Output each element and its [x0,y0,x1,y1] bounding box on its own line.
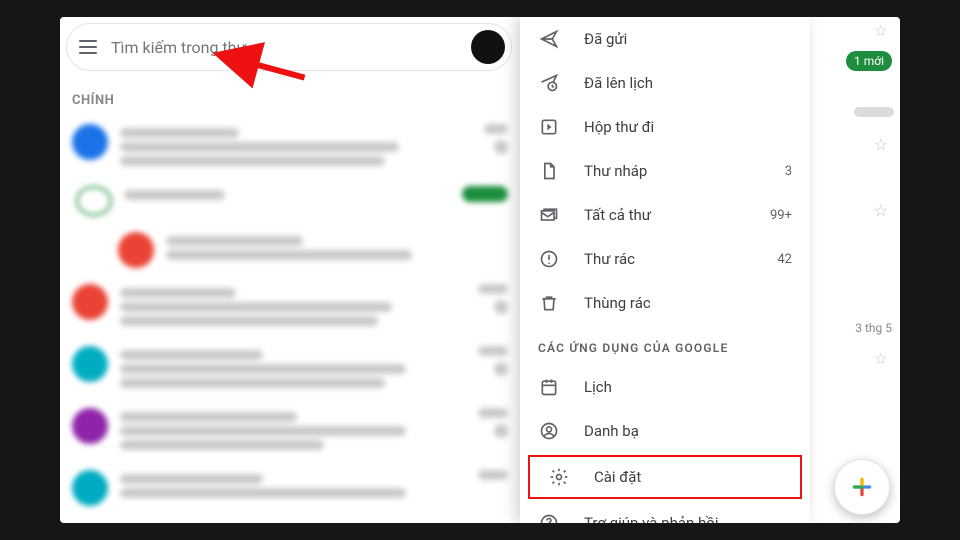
send-icon [538,28,560,50]
search-bar [66,23,512,71]
spam-icon [538,248,560,270]
outbox-icon [538,116,560,138]
nav-label: Danh bạ [584,422,792,440]
star-icon: ☆ [874,349,888,368]
inbox-panel: CHÍNH [60,17,520,523]
new-badge: 1 mới [846,51,892,71]
nav-outbox[interactable]: Hộp thư đi [520,105,810,149]
nav-count: 42 [777,252,792,267]
nav-label: Hộp thư đi [584,118,792,136]
nav-calendar[interactable]: Lịch [520,365,810,409]
list-item[interactable] [68,178,512,224]
menu-hamburger-button[interactable] [73,32,103,62]
nav-contacts[interactable]: Danh bạ [520,409,810,453]
section-primary-label: CHÍNH [72,93,520,108]
nav-scheduled[interactable]: Đã lên lịch [520,61,810,105]
email-list [60,112,520,514]
nav-label: Thư rác [584,250,777,268]
trash-icon [538,292,560,314]
allmail-icon [538,204,560,226]
list-item[interactable] [114,224,512,276]
nav-label: Trợ giúp và phản hồi [584,514,792,523]
nav-count: 3 [785,164,792,179]
list-item[interactable] [68,462,512,514]
help-icon [538,512,560,523]
compose-fab[interactable] [834,459,890,515]
navigation-drawer: Đã gửi Đã lên lịch Hộp thư đi Thư nháp 3… [520,17,810,523]
list-item[interactable] [68,276,512,338]
nav-sent[interactable]: Đã gửi [520,17,810,61]
nav-apps-header: CÁC ỨNG DỤNG CỦA GOOGLE [520,325,810,365]
nav-spam[interactable]: Thư rác 42 [520,237,810,281]
list-item[interactable] [68,400,512,462]
nav-label: Lịch [584,378,792,396]
list-item[interactable] [68,338,512,400]
nav-label: Đã lên lịch [584,74,792,92]
nav-label: Thùng rác [584,294,792,312]
nav-drafts[interactable]: Thư nháp 3 [520,149,810,193]
nav-label: Tất cả thư [584,206,770,224]
nav-label: Thư nháp [584,162,785,180]
nav-trash[interactable]: Thùng rác [520,281,810,325]
list-item[interactable] [68,116,512,178]
nav-label: Đã gửi [584,30,792,48]
calendar-icon [538,376,560,398]
nav-allmail[interactable]: Tất cả thư 99+ [520,193,810,237]
date-preview: 3 thg 5 [855,321,892,335]
star-icon: ☆ [874,201,888,220]
nav-label: Cài đặt [594,468,782,486]
draft-icon [538,160,560,182]
search-input[interactable] [111,38,471,57]
star-icon: ☆ [874,135,888,154]
background-right: ☆ 1 mới ☆ ☆ 3 thg 5 ☆ [810,17,900,523]
star-icon: ☆ [874,21,888,40]
app-window: CHÍNH [60,17,900,523]
contacts-icon [538,420,560,442]
gear-icon [548,466,570,488]
account-avatar[interactable] [471,30,505,64]
nav-settings[interactable]: Cài đặt [528,455,802,499]
nav-count: 99+ [770,208,792,223]
scheduled-icon [538,72,560,94]
nav-help[interactable]: Trợ giúp và phản hồi [520,501,810,523]
